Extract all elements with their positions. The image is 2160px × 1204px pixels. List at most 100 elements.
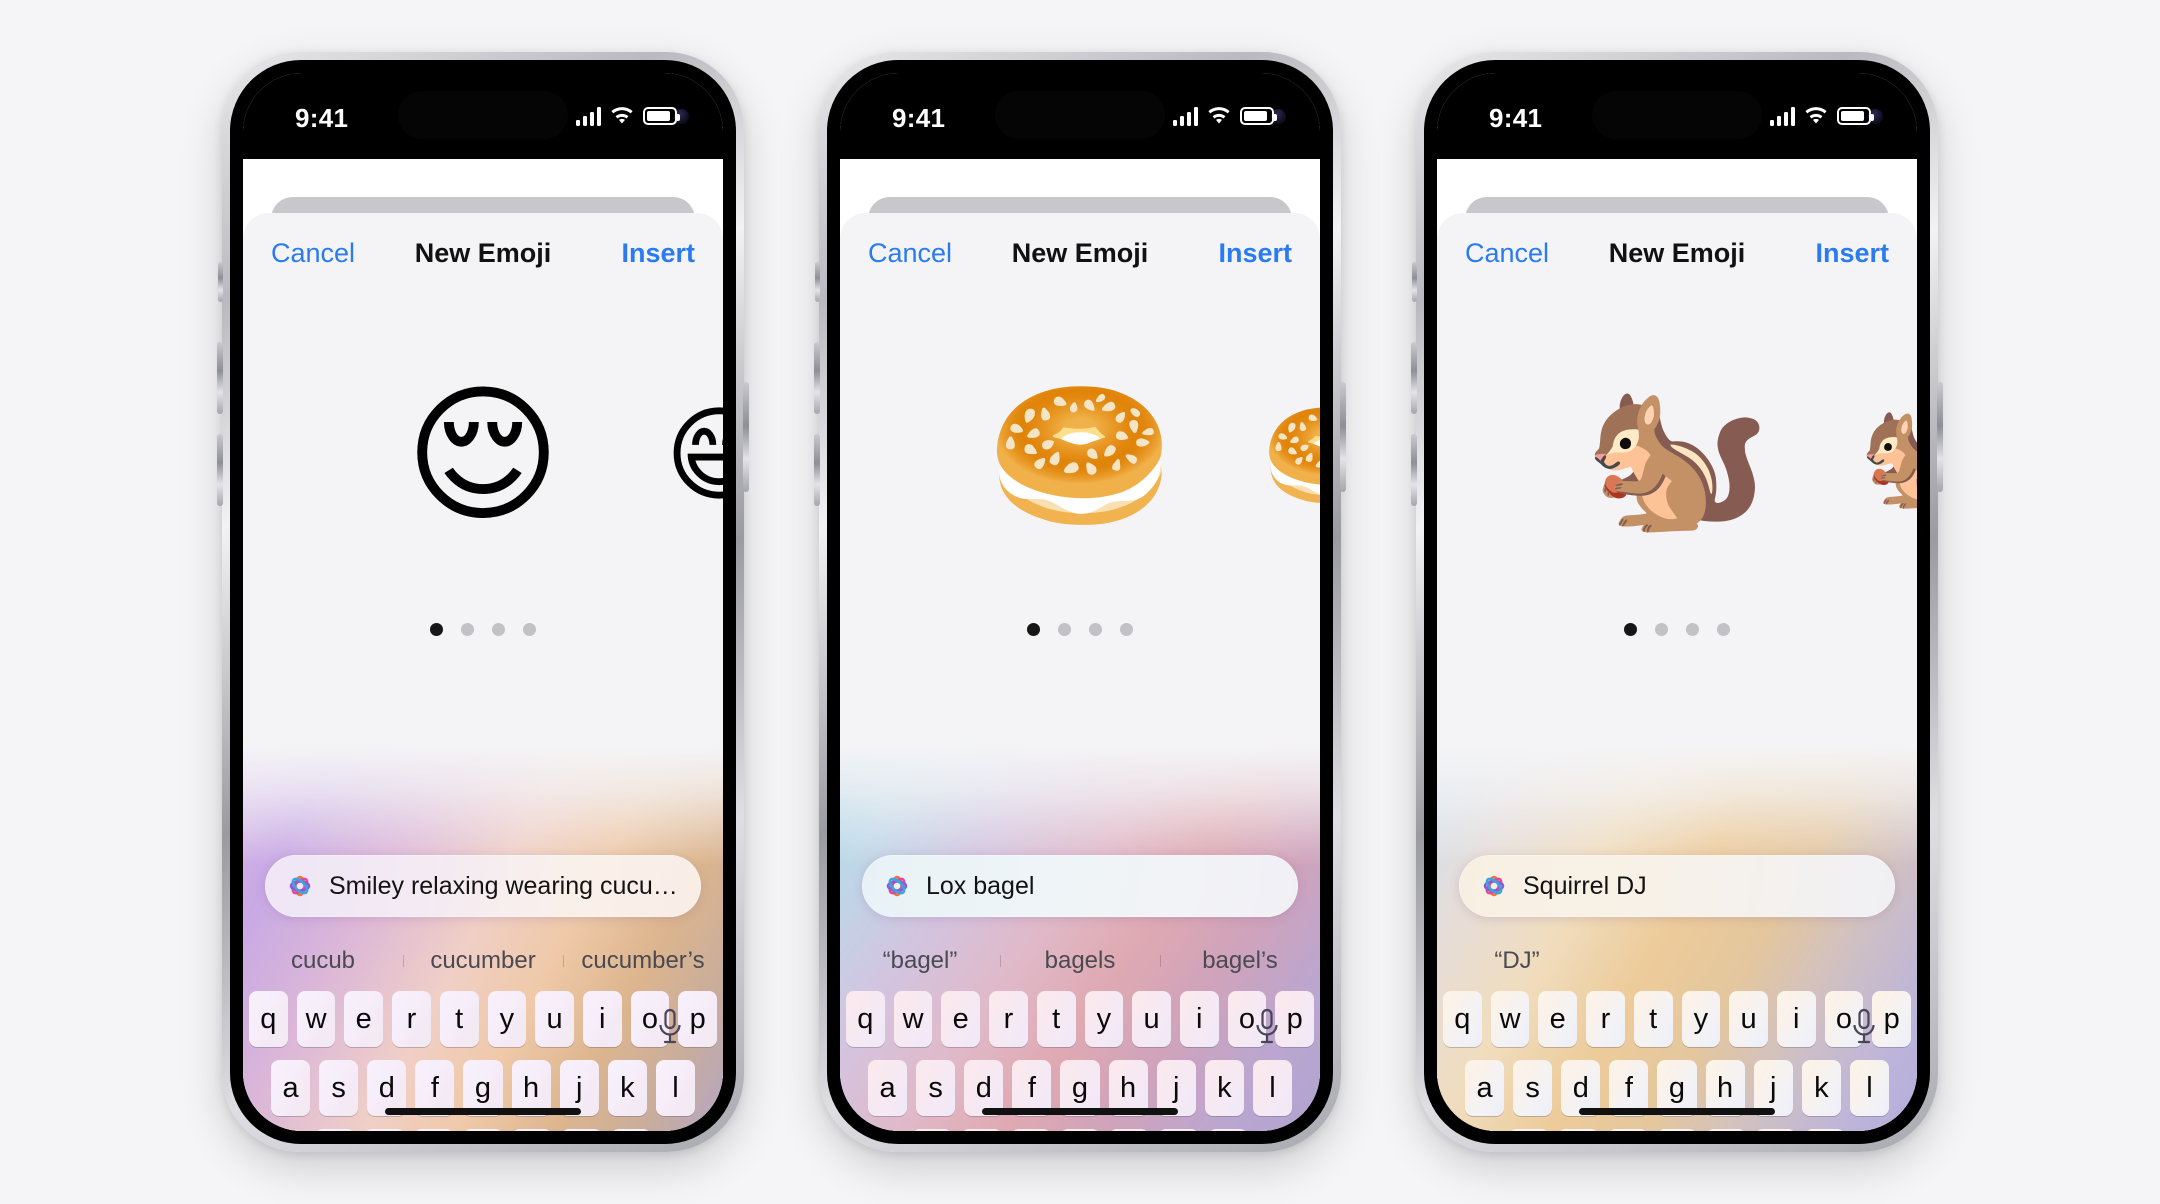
key-r[interactable]: r [1586, 991, 1625, 1047]
shift-key[interactable] [846, 1129, 887, 1131]
key-w[interactable]: w [1490, 991, 1530, 1047]
silent-switch[interactable] [218, 262, 223, 302]
cancel-button[interactable]: Cancel [868, 238, 952, 269]
backspace-key[interactable] [1273, 1129, 1314, 1131]
key-u[interactable]: u [1132, 991, 1171, 1047]
suggestion-3[interactable]: cucumber’s [563, 947, 723, 975]
cancel-button[interactable]: Cancel [1465, 238, 1549, 269]
suggestion-3[interactable]: bagel’s [1160, 947, 1320, 975]
volume-down-button[interactable] [217, 434, 223, 506]
key-e[interactable]: e [1538, 991, 1578, 1047]
key-s[interactable]: s [1513, 1060, 1553, 1116]
key-r[interactable]: r [989, 991, 1028, 1047]
backspace-key[interactable] [1870, 1129, 1911, 1131]
emoji-primary[interactable]: 🐿️ [1584, 381, 1771, 531]
insert-button[interactable]: Insert [621, 238, 695, 269]
key-m[interactable]: m [1207, 1129, 1249, 1131]
insert-button[interactable]: Insert [1218, 238, 1292, 269]
key-z[interactable]: z [1508, 1129, 1550, 1131]
backspace-key[interactable] [676, 1129, 717, 1131]
key-a[interactable]: a [868, 1060, 908, 1116]
page-dot-1[interactable] [1624, 623, 1637, 636]
emoji-secondary[interactable]: 🐿️ [1859, 403, 1917, 507]
key-x[interactable]: x [364, 1129, 405, 1131]
page-dot-2[interactable] [1655, 623, 1668, 636]
key-t[interactable]: t [439, 991, 479, 1047]
page-indicator[interactable] [1437, 623, 1917, 636]
key-b[interactable]: b [512, 1129, 553, 1131]
suggestion-1[interactable]: “bagel” [840, 947, 1000, 975]
emoji-secondary[interactable]: 😄 [665, 403, 723, 507]
key-c[interactable]: c [1010, 1129, 1051, 1131]
microphone-icon[interactable] [655, 1007, 685, 1047]
key-v[interactable]: v [1059, 1129, 1101, 1131]
key-k[interactable]: k [607, 1060, 647, 1116]
key-s[interactable]: s [916, 1060, 956, 1116]
shift-key[interactable] [249, 1129, 290, 1131]
emoji-prompt-field[interactable]: Lox bagel [862, 855, 1298, 917]
suggestion-2[interactable]: cucumber [403, 947, 563, 975]
emoji-prompt-field[interactable]: Squirrel DJ [1459, 855, 1895, 917]
key-t[interactable]: t [1036, 991, 1076, 1047]
page-dot-4[interactable] [1120, 623, 1133, 636]
key-m[interactable]: m [1804, 1129, 1846, 1131]
emoji-primary[interactable]: 🥯 [987, 381, 1174, 531]
suggestion-1[interactable]: “DJ” [1437, 947, 1597, 975]
silent-switch[interactable] [815, 262, 820, 302]
suggestion-2[interactable]: bagels [1000, 947, 1160, 975]
key-v[interactable]: v [1656, 1129, 1698, 1131]
key-b[interactable]: b [1109, 1129, 1150, 1131]
page-dot-4[interactable] [523, 623, 536, 636]
key-u[interactable]: u [1729, 991, 1768, 1047]
page-dot-4[interactable] [1717, 623, 1730, 636]
page-dot-2[interactable] [461, 623, 474, 636]
key-k[interactable]: k [1204, 1060, 1244, 1116]
key-q[interactable]: q [845, 991, 885, 1047]
key-q[interactable]: q [248, 991, 288, 1047]
volume-down-button[interactable] [1411, 434, 1417, 506]
page-dot-3[interactable] [1686, 623, 1699, 636]
microphone-icon[interactable] [1849, 1007, 1879, 1047]
volume-up-button[interactable] [217, 342, 223, 414]
page-dot-3[interactable] [492, 623, 505, 636]
microphone-icon[interactable] [1252, 1007, 1282, 1047]
key-e[interactable]: e [344, 991, 384, 1047]
key-m[interactable]: m [610, 1129, 652, 1131]
key-b[interactable]: b [1706, 1129, 1747, 1131]
key-t[interactable]: t [1633, 991, 1673, 1047]
power-button[interactable] [1340, 382, 1346, 492]
volume-up-button[interactable] [1411, 342, 1417, 414]
key-a[interactable]: a [271, 1060, 311, 1116]
key-c[interactable]: c [413, 1129, 454, 1131]
key-i[interactable]: i [1776, 991, 1816, 1047]
key-l[interactable]: l [655, 1060, 695, 1116]
silent-switch[interactable] [1412, 262, 1417, 302]
emoji-prompt-field[interactable]: Smiley relaxing wearing cucumbers [265, 855, 701, 917]
suggestion-1[interactable]: cucub [243, 947, 403, 975]
key-c[interactable]: c [1607, 1129, 1648, 1131]
page-dot-1[interactable] [1027, 623, 1040, 636]
page-dot-2[interactable] [1058, 623, 1071, 636]
key-n[interactable]: n [1158, 1129, 1199, 1131]
key-y[interactable]: y [1084, 991, 1124, 1047]
page-dot-1[interactable] [430, 623, 443, 636]
key-v[interactable]: v [462, 1129, 504, 1131]
key-u[interactable]: u [535, 991, 574, 1047]
home-indicator[interactable] [982, 1108, 1178, 1115]
key-q[interactable]: q [1442, 991, 1482, 1047]
key-r[interactable]: r [392, 991, 431, 1047]
power-button[interactable] [743, 382, 749, 492]
volume-down-button[interactable] [814, 434, 820, 506]
key-z[interactable]: z [911, 1129, 953, 1131]
key-a[interactable]: a [1465, 1060, 1505, 1116]
key-y[interactable]: y [1681, 991, 1721, 1047]
key-i[interactable]: i [1179, 991, 1219, 1047]
key-z[interactable]: z [314, 1129, 356, 1131]
cancel-button[interactable]: Cancel [271, 238, 355, 269]
key-l[interactable]: l [1252, 1060, 1292, 1116]
page-indicator[interactable] [840, 623, 1320, 636]
key-s[interactable]: s [319, 1060, 359, 1116]
shift-key[interactable] [1443, 1129, 1484, 1131]
key-n[interactable]: n [1755, 1129, 1796, 1131]
emoji-primary[interactable]: 😌 [405, 381, 561, 531]
